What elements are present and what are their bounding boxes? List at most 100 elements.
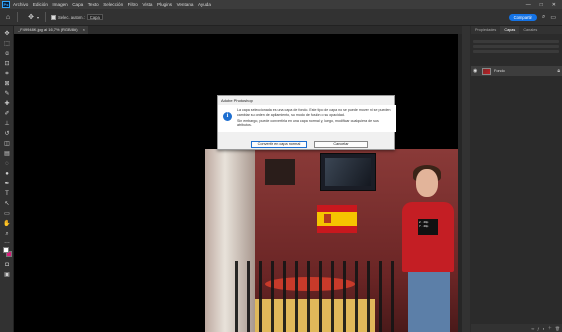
more-tools-icon[interactable]: … — [3, 239, 11, 246]
menu-filtro[interactable]: Filtro — [128, 2, 138, 7]
document-tab-title: _F49948K.jpg al 16,7% (RGB/8#) — [18, 27, 78, 32]
share-button[interactable]: Compartir — [508, 13, 537, 21]
object-select-tool-icon[interactable]: ⊡ — [3, 61, 11, 68]
blur-tool-icon[interactable]: ◌ — [3, 161, 11, 168]
menu-ventana[interactable]: Ventana — [177, 2, 194, 7]
mask-icon[interactable]: ◐ — [543, 326, 545, 331]
layer-row[interactable]: ◉ Fondo 🔒︎ — [471, 66, 562, 76]
photoshop-window: Ps Archivo Edición Imagen Capa Texto Sel… — [0, 0, 562, 332]
lasso-tool-icon[interactable]: ɑ — [3, 51, 11, 58]
home-icon[interactable]: ⌂ — [4, 13, 12, 21]
lock-row[interactable] — [473, 50, 559, 53]
healing-brush-icon[interactable]: ✚ — [3, 101, 11, 108]
alert-dialog: Adobe Photoshop i La capa seleccionada e… — [217, 95, 396, 150]
layer-thumbnail — [482, 67, 491, 75]
options-bar: ⌂ ✥ ▾ Selec. autom.: Capa Compartir ⌕ ▭ — [0, 9, 562, 26]
new-layer-icon[interactable]: ＋ — [548, 325, 552, 331]
menu-seleccion[interactable]: Selección — [103, 2, 123, 7]
menu-archivo[interactable]: Archivo — [13, 2, 28, 7]
photo-image: 2 · 40p 7 · 40p — [205, 149, 462, 332]
dodge-tool-icon[interactable]: ● — [3, 171, 11, 178]
maximize-button[interactable]: □ — [540, 2, 543, 8]
info-icon: i — [223, 112, 232, 121]
convert-to-normal-layer-button[interactable]: Convertir en capa normal — [251, 141, 307, 148]
blend-mode-row[interactable] — [473, 45, 559, 48]
shelf — [265, 159, 295, 185]
move-tool-icon[interactable]: ✥ — [3, 31, 11, 38]
photoshop-logo: Ps — [2, 1, 10, 8]
minimize-button[interactable]: — — [526, 2, 531, 8]
fx-icon[interactable]: ƒ — [537, 326, 539, 331]
zoom-tool-icon[interactable]: ⌕ — [3, 231, 11, 238]
menu-bar: Ps Archivo Edición Imagen Capa Texto Sel… — [0, 0, 562, 9]
window-controls: — □ ✕ — [526, 2, 556, 8]
lock-icon[interactable]: 🔒︎ — [557, 68, 560, 74]
menu-texto[interactable]: Texto — [88, 2, 99, 7]
divider — [17, 12, 18, 22]
frame-tool-icon[interactable]: ⊠ — [3, 81, 11, 88]
foreground-color-swatch[interactable] — [3, 247, 9, 253]
eraser-tool-icon[interactable]: ◫ — [3, 141, 11, 148]
layer-controls — [473, 38, 559, 62]
menu-vista[interactable]: Vista — [142, 2, 152, 7]
hand-tool-icon[interactable]: ✋ — [3, 221, 11, 228]
cancel-button[interactable]: Cancelar — [314, 141, 368, 148]
eyedropper-tool-icon[interactable]: ✎ — [3, 91, 11, 98]
dialog-message-2: Sin embargo, puede convertirla en una ca… — [237, 118, 379, 128]
person-head — [416, 169, 438, 197]
move-tool-icon[interactable]: ✥ — [27, 13, 35, 21]
spain-flag — [317, 205, 357, 233]
canvas-area[interactable]: 2 · 40p 7 · 40p — [14, 34, 462, 332]
jersey-line-2: 7 · 40p — [419, 224, 429, 228]
menu-plugins[interactable]: Plugins — [157, 2, 172, 7]
brush-tool-icon[interactable]: ✐ — [3, 111, 11, 118]
panel-dock-strip — [462, 26, 470, 332]
dialog-message: La capa seleccionada es una capa de fond… — [237, 108, 392, 129]
menu-imagen[interactable]: Imagen — [52, 2, 67, 7]
shape-tool-icon[interactable]: ▭ — [3, 211, 11, 218]
pen-tool-icon[interactable]: ✒ — [3, 181, 11, 188]
tv — [320, 153, 376, 191]
panel-footer: ∞ ƒ ◐ ＋ 🗑︎ — [471, 324, 562, 332]
dialog-body: i La capa seleccionada es una capa de fo… — [218, 105, 396, 132]
auto-select-checkbox[interactable] — [51, 14, 56, 20]
document-tab-bar: _F49948K.jpg al 16,7% (RGB/8#) × — [14, 26, 462, 34]
workspace-icon[interactable]: ▭ — [550, 14, 556, 21]
history-brush-icon[interactable]: ↺ — [3, 131, 11, 138]
trash-icon[interactable]: 🗑︎ — [555, 326, 560, 331]
marquee-tool-icon[interactable]: ⬚ — [3, 41, 11, 48]
menu-edicion[interactable]: Edición — [33, 2, 48, 7]
dialog-message-1: La capa seleccionada es una capa de fond… — [237, 108, 391, 117]
tab-canales[interactable]: Canales — [519, 26, 541, 34]
menu-capa[interactable]: Capa — [72, 2, 83, 7]
person-jeans — [408, 271, 450, 332]
chevron-down-icon[interactable]: ▾ — [36, 13, 40, 21]
stamp-tool-icon[interactable]: ⊥ — [3, 121, 11, 128]
gradient-tool-icon[interactable]: ▤ — [3, 151, 11, 158]
layers-panel: Propiedades Capas Canales ◉ Fondo 🔒︎ ∞ ƒ… — [462, 26, 562, 332]
link-icon[interactable]: ∞ — [531, 326, 534, 331]
auto-select-dropdown[interactable]: Capa — [86, 14, 103, 20]
options-right: Compartir ⌕ ▭ — [508, 13, 556, 21]
eye-icon[interactable]: ◉ — [473, 68, 479, 74]
close-tab-icon[interactable]: × — [83, 26, 85, 34]
person-jersey — [402, 202, 454, 272]
screen-mode-icon[interactable]: ▣ — [3, 272, 11, 279]
path-select-icon[interactable]: ↖ — [3, 201, 11, 208]
dialog-title: Adobe Photoshop — [221, 98, 253, 103]
close-window-button[interactable]: ✕ — [552, 2, 556, 8]
jersey-print: 2 · 40p 7 · 40p — [418, 219, 438, 235]
tv-screen — [325, 158, 371, 186]
flag-crest — [324, 214, 331, 223]
crop-tool-icon[interactable]: ⌗ — [3, 71, 11, 78]
tab-propiedades[interactable]: Propiedades — [471, 26, 500, 34]
layer-filter-row[interactable] — [473, 40, 559, 43]
menu-ayuda[interactable]: Ayuda — [198, 2, 211, 7]
layer-name: Fondo — [494, 69, 505, 73]
tab-capas[interactable]: Capas — [500, 26, 520, 34]
search-icon[interactable]: ⌕ — [542, 14, 545, 21]
quick-mask-icon[interactable]: ◘ — [3, 262, 11, 269]
auto-select-label: Selec. autom.: — [58, 14, 85, 20]
type-tool-icon[interactable]: T — [3, 191, 11, 198]
document-tab[interactable]: _F49948K.jpg al 16,7% (RGB/8#) × — [14, 26, 88, 34]
